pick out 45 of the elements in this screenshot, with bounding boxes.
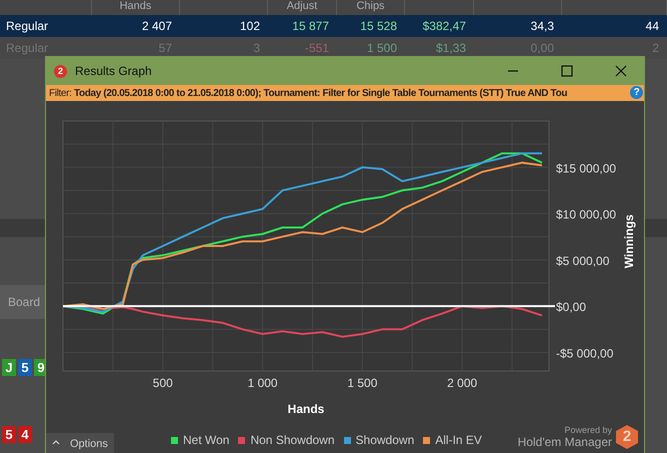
brand-name: Hold'em Manager [518,435,612,449]
table-cell: -551 [304,41,329,55]
column-header: Hands [120,0,152,12]
legend-label: Non Showdown [250,433,335,447]
y-tick-label: $0,00 [556,300,586,314]
maximize-icon [561,65,573,77]
playing-card: 4 [18,426,32,443]
x-tick-label: 2 000 [447,376,478,390]
board-tab[interactable]: Board [0,285,45,319]
table-cell: 15 528 [360,19,397,33]
legend-label: Net Won [183,433,230,447]
y-tick-label: $10 000,00 [556,208,616,222]
legend-label: All-In EV [435,433,482,447]
playing-card: 5 [18,359,32,376]
table-cell: $1,33 [436,41,466,55]
y-tick-label: $15 000,00 [556,161,616,176]
y-tick-label: -$5 000,00 [556,346,614,360]
options-button[interactable]: Options [46,433,114,453]
brand-logo: 2 [616,425,638,449]
column-header: Adjust [286,0,318,12]
x-tick-label: 1 000 [248,376,278,390]
table-cell: 34,3 [530,19,554,33]
x-axis-title: Hands [288,402,324,416]
table-cell: 102 [240,19,260,33]
help-icon[interactable]: ? [630,86,643,99]
table-cell: Regular [6,19,48,33]
filter-text: Filter: Today (20.05.2018 0:00 to 21.05.2018 0:00); Tournament: Filter for Single Table Tournaments (STT) True AND Tou [49,88,568,98]
x-tick-label: 500 [152,376,173,390]
table-row[interactable]: Regular 2 407 102 15 877 15 528 $382,47 34,3 44 [0,15,667,37]
y-axis-title: Winnings [622,214,636,268]
table-cell: $382,47 [422,19,466,33]
x-tick-label: 1 500 [347,376,378,390]
playing-card: J [2,359,16,376]
table-cell: 44 [646,19,659,33]
app-logo: 2 [54,64,67,78]
table-cell: 15 877 [292,19,329,33]
table-cell: 1 500 [366,41,397,55]
y-tick-label: $5 000,00 [556,254,610,268]
powered-by-text: Powered by [564,425,612,435]
column-header: Chips [356,0,385,12]
table-cell: 2 407 [142,19,172,33]
playing-card: 5 [2,426,16,443]
close-icon [615,65,627,77]
legend-label: Showdown [356,433,414,447]
window-title: Results Graph [75,64,153,78]
